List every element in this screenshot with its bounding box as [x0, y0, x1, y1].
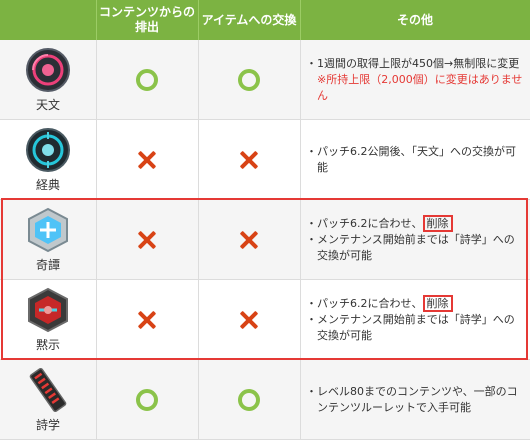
exchange-mark-cell	[198, 200, 300, 279]
note-text: パッチ6.2に合わせ、	[317, 216, 423, 230]
content-drop-mark-cell	[96, 120, 198, 199]
item-name: 奇譚	[35, 257, 60, 272]
item-cell: 黙示	[0, 280, 96, 359]
item-name: 経典	[35, 177, 60, 192]
notes-list: ・パッチ6.2に合わせ、 削除・メンテナンス開始前までは「詩学」への交換が可能	[306, 214, 524, 264]
notes-list: ・パッチ6.2公開後、「天文」への交換が可能	[306, 144, 524, 176]
exchange-mark-cell	[198, 120, 300, 199]
note-text: ※所持上限（2,000個）に変更はありません	[317, 72, 523, 102]
cross-mark-icon	[239, 150, 259, 170]
comparison-table: コンテンツからの 排出 アイテムへの交換 その他 天文 ・ 1週間の取得上限が450…	[0, 0, 530, 440]
tomestone-revelation-icon	[25, 287, 71, 333]
note-line: ・ 1週間の取得上限が450個→無制限に変更	[306, 56, 520, 70]
notes-list: ・パッチ6.2に合わせ、 削除・メンテナンス開始前までは「詩学」への交換が可能	[306, 294, 524, 344]
note-line: ・メンテナンス開始前までは「詩学」への交換が可能	[306, 232, 515, 262]
note-line: ・パッチ6.2に合わせ、 削除	[306, 214, 524, 232]
notes-list: ・レベル80までのコンテンツや、一部のコンテンツルーレットで入手可能	[306, 384, 524, 416]
cross-mark-icon	[239, 230, 259, 250]
circle-mark-icon	[238, 68, 260, 91]
cross-mark-icon	[137, 230, 157, 250]
note-text: 1週間の取得上限が450個→無制限に変更	[317, 56, 520, 70]
table-row: 奇譚 ・パッチ6.2に合わせ、 削除・メンテナンス開始前までは「詩学」への交換が可能	[0, 200, 530, 280]
item-name: 詩学	[35, 417, 60, 432]
note-text: メンテナンス開始前までは「詩学」への交換が可能	[317, 232, 515, 262]
note-line: ・パッチ6.2に合わせ、 削除	[306, 294, 524, 312]
circle-mark-icon	[136, 68, 158, 91]
tomestone-poetics-icon	[25, 367, 71, 413]
notes-cell: ・レベル80までのコンテンツや、一部のコンテンツルーレットで入手可能	[300, 360, 530, 439]
cross-mark-icon	[137, 150, 157, 170]
header-other: その他	[300, 0, 530, 40]
content-drop-mark-cell	[96, 40, 198, 119]
table-row: 詩学 ・レベル80までのコンテンツや、一部のコンテンツルーレットで入手可能	[0, 360, 530, 440]
exchange-mark-cell	[198, 280, 300, 359]
note-text: パッチ6.2公開後、「天文」への交換が可能	[317, 144, 516, 174]
removed-badge: 削除	[422, 214, 453, 232]
item-cell: 経典	[0, 120, 96, 199]
notes-list: ・ 1週間の取得上限が450個→無制限に変更 ※所持上限（2,000個）に変更はあり…	[306, 56, 524, 104]
exchange-mark-cell	[198, 40, 300, 119]
tomestone-aphorism-icon	[25, 207, 71, 253]
content-drop-mark-cell	[96, 280, 198, 359]
notes-cell: ・パッチ6.2に合わせ、 削除・メンテナンス開始前までは「詩学」への交換が可能	[300, 200, 530, 279]
cross-mark-icon	[239, 310, 259, 330]
exchange-mark-cell	[198, 360, 300, 439]
note-text: メンテナンス開始前までは「詩学」への交換が可能	[317, 312, 515, 342]
item-cell: 天文	[0, 40, 96, 119]
circle-mark-icon	[238, 388, 260, 411]
note-line: ・パッチ6.2公開後、「天文」への交換が可能	[306, 144, 516, 174]
table-row: 黙示 ・パッチ6.2に合わせ、 削除・メンテナンス開始前までは「詩学」への交換が可能	[0, 280, 530, 360]
note-line: ※所持上限（2,000個）に変更はありません	[306, 72, 524, 104]
notes-cell: ・パッチ6.2公開後、「天文」への交換が可能	[300, 120, 530, 199]
header-content-drop: コンテンツからの 排出	[96, 0, 198, 40]
removed-badge: 削除	[422, 294, 453, 312]
tomestone-astronomy-icon	[25, 47, 71, 93]
note-line: ・レベル80までのコンテンツや、一部のコンテンツルーレットで入手可能	[306, 384, 518, 414]
tomestone-causality-icon	[25, 127, 71, 173]
notes-cell: ・ 1週間の取得上限が450個→無制限に変更 ※所持上限（2,000個）に変更はあり…	[300, 40, 530, 119]
item-cell: 奇譚	[0, 200, 96, 279]
note-text: パッチ6.2に合わせ、	[317, 296, 423, 310]
note-line: ・メンテナンス開始前までは「詩学」への交換が可能	[306, 312, 515, 342]
cross-mark-icon	[137, 310, 157, 330]
notes-cell: ・パッチ6.2に合わせ、 削除・メンテナンス開始前までは「詩学」への交換が可能	[300, 280, 530, 359]
content-drop-mark-cell	[96, 200, 198, 279]
item-name: 黙示	[35, 337, 60, 352]
table-row: 天文 ・ 1週間の取得上限が450個→無制限に変更 ※所持上限（2,000個）に変更は…	[0, 40, 530, 120]
item-name: 天文	[35, 97, 60, 112]
table-row: 経典 ・パッチ6.2公開後、「天文」への交換が可能	[0, 120, 530, 200]
note-text: レベル80までのコンテンツや、一部のコンテンツルーレットで入手可能	[317, 384, 518, 414]
header-item	[0, 0, 96, 40]
circle-mark-icon	[136, 388, 158, 411]
header-exchange: アイテムへの交換	[198, 0, 300, 40]
content-drop-mark-cell	[96, 360, 198, 439]
item-cell: 詩学	[0, 360, 96, 439]
